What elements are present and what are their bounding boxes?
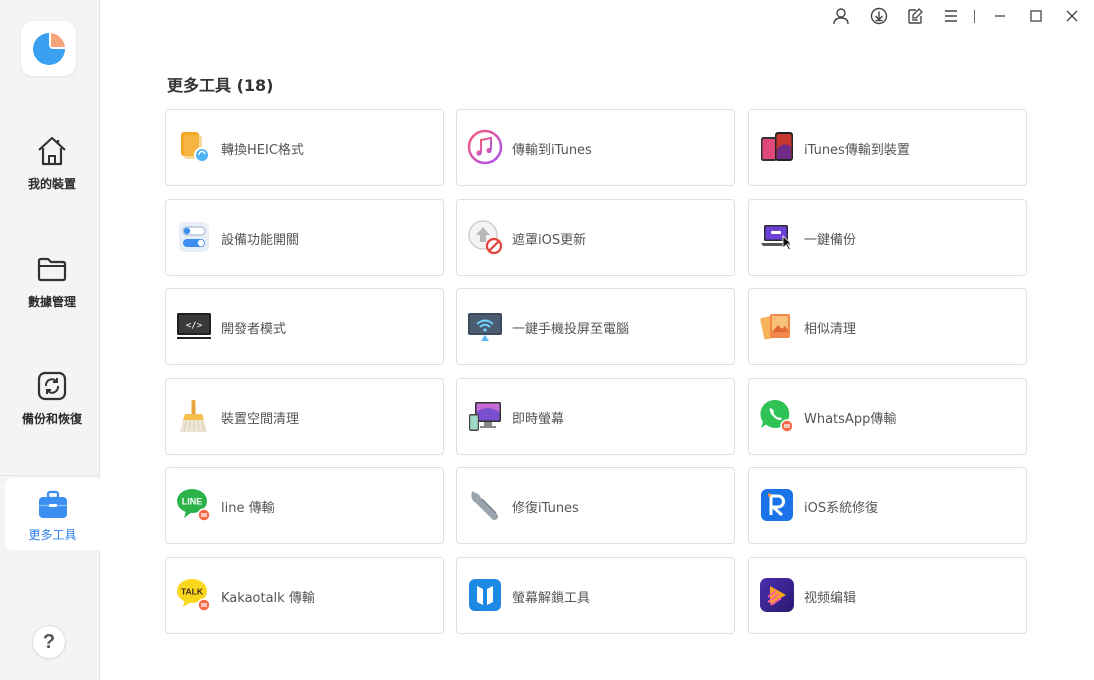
sidebar-item-more-tools[interactable]: 更多工具 <box>5 478 100 550</box>
svg-text:LINE: LINE <box>182 497 203 507</box>
tool-card-storage-clean[interactable]: 裝置空間清理 <box>165 378 444 455</box>
tool-card-itunes-transfer[interactable]: 傳輸到iTunes <box>456 109 735 186</box>
tool-card-kakaotalk-transfer[interactable]: TALK Kakaotalk 傳輸 <box>165 557 444 634</box>
maximize-icon[interactable] <box>1026 6 1046 26</box>
tool-card-label: 即時螢幕 <box>512 412 565 427</box>
video-edit-icon <box>758 576 796 614</box>
tool-card-label: 一鍵備份 <box>804 233 857 248</box>
account-icon[interactable] <box>831 6 851 26</box>
line-app-icon: LINE <box>175 486 213 524</box>
app-logo-icon <box>32 32 65 65</box>
tool-card-repair-itunes[interactable]: 修復iTunes <box>456 467 735 544</box>
tool-card-label: Kakaotalk 傳輸 <box>221 591 315 606</box>
tool-card-itunes-to-device[interactable]: iTunes傳輸到裝置 <box>748 109 1027 186</box>
tool-card-developer-mode[interactable]: </> 開發者模式 <box>165 288 444 365</box>
tool-card-label: 轉換HEIC格式 <box>221 143 304 158</box>
phones-transfer-icon <box>758 128 796 166</box>
tool-card-label: 相似清理 <box>804 322 857 337</box>
laptop-backup-icon <box>758 218 796 256</box>
wrench-icon <box>466 486 504 524</box>
toggle-switch-icon <box>175 218 213 256</box>
block-update-icon <box>466 218 504 256</box>
sidebar-item-data-management[interactable]: 數據管理 <box>4 250 100 322</box>
app-logo <box>21 21 76 76</box>
minimize-icon[interactable] <box>990 6 1010 26</box>
sidebar-item-label: 我的裝置 <box>27 177 76 191</box>
broom-icon <box>175 397 213 435</box>
tool-card-label: 開發者模式 <box>221 322 287 337</box>
sidebar-item-label: 備份和恢復 <box>21 412 82 426</box>
tool-card-label: 视频编辑 <box>804 591 857 606</box>
tool-card-device-switch[interactable]: 設備功能開關 <box>165 199 444 276</box>
screen-cast-icon <box>466 307 504 345</box>
sidebar: 我的裝置 數據管理 備份和恢復 更多工具 ? <box>0 0 100 680</box>
kakaotalk-icon: TALK <box>175 576 213 614</box>
svg-text:</>: </> <box>186 321 203 331</box>
tool-card-one-click-backup[interactable]: 一鍵備份 <box>748 199 1027 276</box>
whatsapp-icon <box>758 397 796 435</box>
download-icon[interactable] <box>869 6 889 26</box>
tool-card-ios-system-repair[interactable]: iOS系統修復 <box>748 467 1027 544</box>
tool-card-label: 螢幕解鎖工具 <box>512 591 591 606</box>
tool-card-label: 設備功能開關 <box>221 233 300 248</box>
tool-card-label: 修復iTunes <box>512 501 579 516</box>
page-title: 更多工具 (18) <box>167 76 274 95</box>
developer-monitor-icon: </> <box>175 307 213 345</box>
sidebar-item-label: 數據管理 <box>27 295 76 309</box>
help-button[interactable]: ? <box>32 625 66 659</box>
tool-card-label: 遮罩iOS更新 <box>512 233 587 248</box>
tool-card-similar-clean[interactable]: 相似清理 <box>748 288 1027 365</box>
tool-card-screen-unlock[interactable]: 螢幕解鎖工具 <box>456 557 735 634</box>
tool-card-live-screen[interactable]: 即時螢幕 <box>456 378 735 455</box>
tool-card-label: line 傳輸 <box>221 501 275 516</box>
screen-unlock-icon <box>466 576 504 614</box>
tool-card-label: 傳輸到iTunes <box>512 143 592 158</box>
photos-clean-icon <box>758 307 796 345</box>
toolbox-icon <box>36 488 70 522</box>
tool-card-screen-cast[interactable]: 一鍵手機投屏至電腦 <box>456 288 735 365</box>
backup-restore-icon <box>35 369 69 403</box>
tool-card-label: WhatsApp傳輸 <box>804 412 897 427</box>
tool-card-label: iTunes傳輸到裝置 <box>804 143 910 158</box>
tool-card-label: 裝置空間清理 <box>221 412 300 427</box>
heic-convert-icon <box>175 128 213 166</box>
live-screen-icon <box>466 397 504 435</box>
sidebar-item-my-device[interactable]: 我的裝置 <box>4 132 100 204</box>
menu-icon[interactable] <box>941 6 961 26</box>
tool-card-label: iOS系統修復 <box>804 501 879 516</box>
feedback-edit-icon[interactable] <box>905 6 925 26</box>
tool-card-heic-convert[interactable]: 轉換HEIC格式 <box>165 109 444 186</box>
sidebar-item-label: 更多工具 <box>28 528 77 542</box>
sidebar-item-backup-restore[interactable]: 備份和恢復 <box>4 367 100 439</box>
tool-card-whatsapp-transfer[interactable]: WhatsApp傳輸 <box>748 378 1027 455</box>
titlebar-divider <box>974 10 975 23</box>
tool-card-block-ios-update[interactable]: 遮罩iOS更新 <box>456 199 735 276</box>
tool-card-label: 一鍵手機投屏至電腦 <box>512 322 630 337</box>
tool-card-video-edit[interactable]: 视频编辑 <box>748 557 1027 634</box>
svg-text:TALK: TALK <box>181 587 204 597</box>
itunes-music-icon <box>466 128 504 166</box>
folder-icon <box>35 252 69 286</box>
sidebar-divider <box>0 475 100 476</box>
home-icon <box>35 134 69 168</box>
tool-card-line-transfer[interactable]: LINE line 傳輸 <box>165 467 444 544</box>
close-icon[interactable] <box>1062 6 1082 26</box>
ios-repair-icon <box>758 486 796 524</box>
